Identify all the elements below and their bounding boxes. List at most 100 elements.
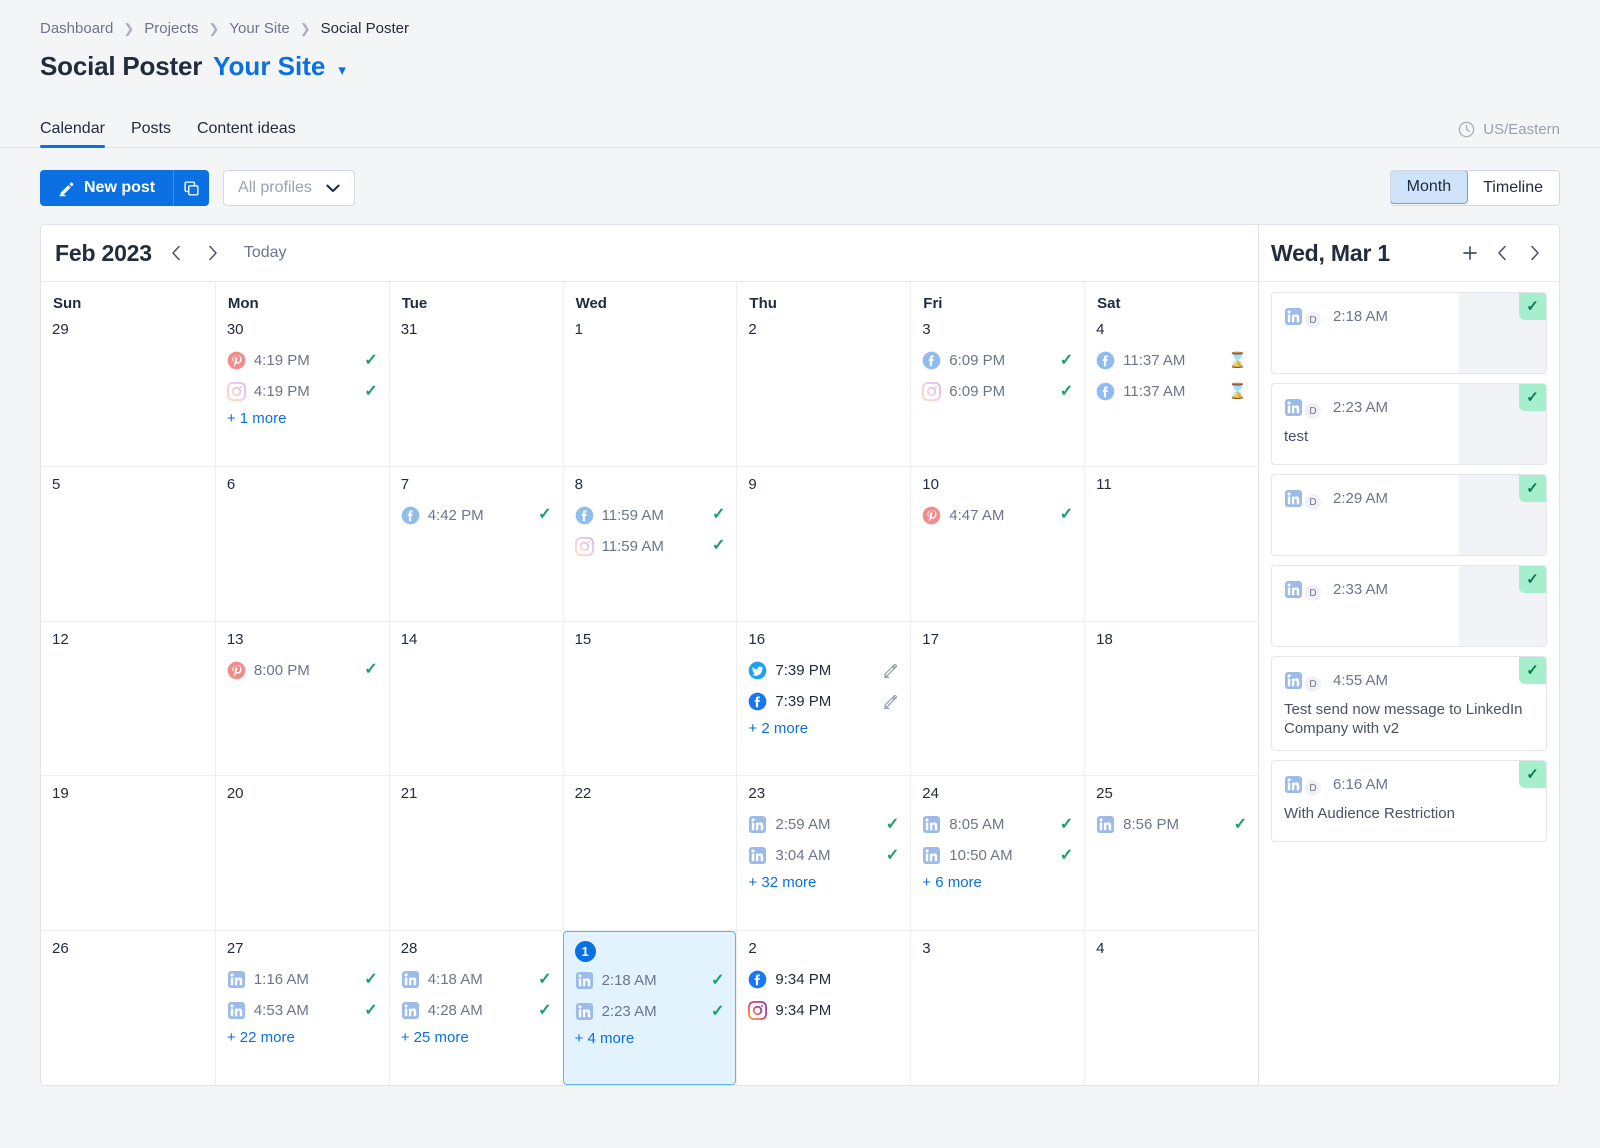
calendar-day-cell[interactable]: 14 — [389, 622, 563, 776]
calendar-event[interactable]: 4:42 PM✓ — [401, 500, 552, 531]
calendar-more-link[interactable]: + 6 more — [922, 871, 1073, 891]
calendar-event[interactable]: 7:39 PM — [748, 686, 899, 717]
calendar-more-link[interactable]: + 2 more — [748, 717, 899, 737]
calendar-day-cell[interactable]: 232:59 AM✓3:04 AM✓+ 32 more — [736, 776, 910, 930]
calendar-day-cell[interactable]: 15 — [563, 622, 737, 776]
calendar-day-number: 8 — [575, 476, 726, 496]
day-detail-prev-button[interactable] — [1491, 240, 1513, 266]
view-toggle-month[interactable]: Month — [1390, 170, 1468, 204]
calendar-event[interactable]: 4:28 AM✓ — [401, 995, 552, 1026]
calendar-event[interactable]: 11:59 AM✓ — [575, 531, 726, 562]
calendar-event[interactable]: 8:00 PM✓ — [227, 655, 378, 686]
day-detail-next-button[interactable] — [1523, 240, 1545, 266]
calendar-next-button[interactable] — [202, 240, 224, 266]
calendar-event[interactable]: 9:34 PM — [748, 995, 899, 1026]
calendar-event[interactable]: 8:56 PM✓ — [1096, 809, 1247, 840]
calendar-day-cell[interactable]: 3 — [910, 931, 1084, 1085]
chevron-down-icon[interactable]: ▾ — [338, 61, 346, 79]
calendar-day-cell[interactable]: 26 — [41, 931, 215, 1085]
breadcrumb-item-your-site[interactable]: Your Site — [229, 20, 289, 37]
calendar-event[interactable]: 2:23 AM✓ — [575, 996, 725, 1027]
linkedin-icon — [748, 846, 767, 865]
profiles-filter-select[interactable]: All profiles — [223, 170, 355, 206]
calendar-day-cell[interactable]: 167:39 PM7:39 PM+ 2 more — [736, 622, 910, 776]
edit-pencil-icon[interactable] — [882, 662, 899, 679]
breadcrumb-item-dashboard[interactable]: Dashboard — [40, 20, 113, 37]
calendar-event[interactable]: 11:37 AM⌛ — [1096, 345, 1247, 376]
calendar-day-cell[interactable]: 21 — [389, 776, 563, 930]
tab-posts[interactable]: Posts — [131, 120, 171, 147]
calendar-more-link[interactable]: + 4 more — [575, 1027, 725, 1047]
calendar-day-cell[interactable]: 31 — [389, 312, 563, 466]
calendar-day-cell[interactable]: 19 — [41, 776, 215, 930]
add-post-button[interactable] — [1459, 240, 1481, 266]
calendar-event[interactable]: 1:16 AM✓ — [227, 964, 378, 995]
day-detail-post-card[interactable]: D6:16 AMWith Audience Restriction✓ — [1271, 760, 1547, 842]
calendar-day-cell[interactable]: 271:16 AM✓4:53 AM✓+ 22 more — [215, 931, 389, 1085]
calendar-more-link[interactable]: + 25 more — [401, 1026, 552, 1046]
calendar-day-cell[interactable]: 258:56 PM✓ — [1084, 776, 1258, 930]
calendar-day-cell[interactable]: 2 — [736, 312, 910, 466]
calendar-day-cell[interactable]: 9 — [736, 467, 910, 621]
calendar-day-cell[interactable]: 284:18 AM✓4:28 AM✓+ 25 more — [389, 931, 563, 1085]
tab-calendar[interactable]: Calendar — [40, 120, 105, 147]
calendar-day-cell[interactable]: 411:37 AM⌛11:37 AM⌛ — [1084, 312, 1258, 466]
calendar-event[interactable]: 4:18 AM✓ — [401, 964, 552, 995]
calendar-day-cell[interactable]: 20 — [215, 776, 389, 930]
calendar-day-cell[interactable]: 1 — [563, 312, 737, 466]
new-post-button[interactable]: New post — [40, 170, 173, 206]
site-selector[interactable]: Your Site — [213, 51, 325, 82]
calendar-more-link[interactable]: + 22 more — [227, 1026, 378, 1046]
calendar-event[interactable]: 6:09 PM✓ — [922, 376, 1073, 407]
calendar-day-cell[interactable]: 8 11:59 AM✓11:59 AM✓ — [563, 467, 737, 621]
calendar-event[interactable]: 6:09 PM✓ — [922, 345, 1073, 376]
day-detail-post-card[interactable]: D2:29 AM✓ — [1271, 474, 1547, 556]
edit-pencil-icon[interactable] — [882, 693, 899, 710]
calendar-event[interactable]: 4:47 AM✓ — [922, 500, 1073, 531]
calendar-event[interactable]: 9:34 PM — [748, 964, 899, 995]
calendar-day-cell[interactable]: 304:19 PM✓4:19 PM✓+ 1 more — [215, 312, 389, 466]
calendar-day-cell[interactable]: 17 — [910, 622, 1084, 776]
calendar-day-cell[interactable]: 5 — [41, 467, 215, 621]
tab-content-ideas[interactable]: Content ideas — [197, 120, 296, 147]
day-detail-post-card[interactable]: D2:23 AMtest✓ — [1271, 383, 1547, 465]
calendar-event[interactable]: 11:59 AM✓ — [575, 500, 726, 531]
calendar-event[interactable]: 2:18 AM✓ — [575, 965, 725, 996]
calendar-event-time: 7:39 PM — [775, 693, 831, 710]
day-detail-post-card[interactable]: D2:33 AM✓ — [1271, 565, 1547, 647]
calendar-prev-button[interactable] — [166, 240, 188, 266]
calendar-event[interactable]: 4:19 PM✓ — [227, 376, 378, 407]
calendar-day-cell[interactable]: 4 — [1084, 931, 1258, 1085]
calendar-day-cell[interactable]: 138:00 PM✓ — [215, 622, 389, 776]
view-toggle-timeline[interactable]: Timeline — [1467, 171, 1559, 205]
calendar-day-cell[interactable]: 2 9:34 PM9:34 PM — [736, 931, 910, 1085]
calendar-event[interactable]: 4:19 PM✓ — [227, 345, 378, 376]
calendar-event[interactable]: 3:04 AM✓ — [748, 840, 899, 871]
calendar-day-cell-selected[interactable]: 12:18 AM✓2:23 AM✓+ 4 more — [563, 931, 737, 1085]
breadcrumb-item-projects[interactable]: Projects — [144, 20, 198, 37]
calendar-day-cell[interactable]: 22 — [563, 776, 737, 930]
calendar-event[interactable]: 8:05 AM✓ — [922, 809, 1073, 840]
calendar-day-cell[interactable]: 104:47 AM✓ — [910, 467, 1084, 621]
calendar-event[interactable]: 7:39 PM — [748, 655, 899, 686]
calendar-day-cell[interactable]: 12 — [41, 622, 215, 776]
calendar-event[interactable]: 2:59 AM✓ — [748, 809, 899, 840]
day-detail-post-card[interactable]: D4:55 AMTest send now message to LinkedI… — [1271, 656, 1547, 751]
calendar-event[interactable]: 11:37 AM⌛ — [1096, 376, 1247, 407]
post-card-body: D6:16 AMWith Audience Restriction — [1272, 761, 1546, 841]
calendar-more-link[interactable]: + 32 more — [748, 871, 899, 891]
calendar-day-cell[interactable]: 18 — [1084, 622, 1258, 776]
calendar-day-number: 2 — [748, 940, 899, 960]
calendar-event[interactable]: 4:53 AM✓ — [227, 995, 378, 1026]
day-detail-post-card[interactable]: D2:18 AM✓ — [1271, 292, 1547, 374]
calendar-day-cell[interactable]: 36:09 PM✓6:09 PM✓ — [910, 312, 1084, 466]
calendar-day-cell[interactable]: 29 — [41, 312, 215, 466]
duplicate-post-button[interactable] — [173, 170, 209, 206]
today-button[interactable]: Today — [244, 244, 287, 262]
calendar-more-link[interactable]: + 1 more — [227, 407, 378, 427]
calendar-day-cell[interactable]: 74:42 PM✓ — [389, 467, 563, 621]
calendar-day-cell[interactable]: 6 — [215, 467, 389, 621]
calendar-day-cell[interactable]: 11 — [1084, 467, 1258, 621]
calendar-event[interactable]: 10:50 AM✓ — [922, 840, 1073, 871]
calendar-day-cell[interactable]: 248:05 AM✓10:50 AM✓+ 6 more — [910, 776, 1084, 930]
